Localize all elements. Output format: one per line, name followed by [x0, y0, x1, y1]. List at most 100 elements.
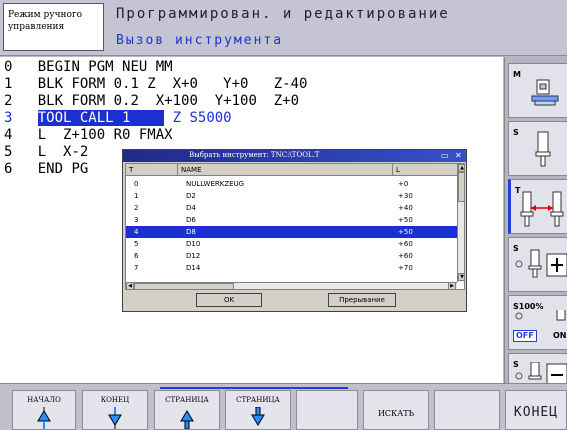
softkey-label: СТРАНИЦА	[236, 396, 280, 404]
cell-l: +30	[398, 192, 413, 200]
cancel-button[interactable]: Прерывание	[328, 293, 396, 307]
cell-l: +50	[398, 216, 413, 224]
table-row[interactable]: 5 D10 +60	[126, 238, 457, 250]
softkey-begin[interactable]: НАЧАЛО	[12, 390, 76, 430]
scroll-up-icon[interactable]: ▲	[458, 164, 464, 172]
cell-t: 6	[134, 252, 139, 260]
tool-length-icon	[520, 191, 564, 227]
cell-t: 5	[134, 240, 139, 248]
softkey-end[interactable]: КОНЕЦ	[82, 390, 148, 430]
cell-t: 4	[134, 228, 139, 236]
tool-select-dialog: Выбрать инструмент: TNC:\TOOL.T ▭ ✕ T NA…	[122, 149, 467, 312]
line-number: 0	[4, 59, 13, 75]
cell-name: D14	[186, 264, 201, 272]
cell-name: D8	[186, 228, 196, 236]
softkey-empty-7[interactable]	[434, 390, 500, 430]
line-number: 5	[4, 144, 13, 160]
softkey-exit[interactable]: КОНЕЦ	[505, 390, 567, 430]
arrow-up-icon	[180, 410, 194, 429]
spindle-plus-key[interactable]: S	[508, 237, 567, 292]
mode-line-2: управления	[8, 22, 65, 32]
line-text: L X-2	[37, 144, 89, 160]
cell-l: +60	[398, 252, 413, 260]
softkey-label: КОНЕЦ	[100, 396, 130, 404]
softkey-label: ИСКАТЬ	[377, 409, 415, 418]
dialog-title: Выбрать инструмент: TNC:\TOOL.T	[189, 151, 320, 159]
table-row[interactable]: 2 D4 +40	[126, 202, 457, 214]
cell-t: 0	[134, 180, 139, 188]
ok-button[interactable]: OK	[196, 293, 262, 307]
table-header: T NAME L	[126, 164, 457, 176]
key-label: S	[513, 128, 519, 137]
program-line[interactable]: 0 BEGIN PGM NEU MM	[4, 59, 173, 75]
cell-l: +70	[398, 264, 413, 272]
scroll-thumb-h[interactable]	[134, 283, 234, 289]
softkey-search[interactable]: ИСКАТЬ	[363, 390, 429, 430]
line-number: 6	[4, 161, 13, 177]
header: Режим ручного управления Программирован.…	[0, 0, 567, 56]
page-subtitle: Вызов инструмента	[116, 33, 284, 48]
operating-mode-box: Режим ручного управления	[3, 3, 104, 51]
horizontal-scrollbar[interactable]: ◀ ▶	[126, 282, 457, 289]
spindle-override-icon	[515, 310, 566, 321]
column-header-l[interactable]: L	[393, 164, 457, 176]
program-line[interactable]: 2 BLK FORM 0.2 X+100 Y+100 Z+0	[4, 93, 299, 109]
softkey-empty-5[interactable]	[296, 390, 358, 430]
cell-t: 7	[134, 264, 139, 272]
column-header-name[interactable]: NAME	[178, 164, 393, 176]
table-row[interactable]: 1 D2 +30	[126, 190, 457, 202]
cell-t: 1	[134, 192, 139, 200]
line-text: L Z+100 R0 FMAX	[37, 127, 173, 143]
column-header-t[interactable]: T	[126, 164, 178, 176]
arrow-down-icon	[108, 407, 122, 429]
cell-name: D12	[186, 252, 201, 260]
spindle-icon	[535, 131, 551, 167]
scroll-thumb[interactable]	[458, 172, 464, 202]
line-text-rest: Z S5000	[164, 110, 232, 126]
tool-table[interactable]: T NAME L 0 NULLWERKZEUG +0 1 D2 +30 2 D4 +40 3…	[125, 163, 465, 290]
line-text: BLK FORM 0.2 X+100 Y+100 Z+0	[37, 93, 300, 109]
cursor-block	[130, 110, 165, 126]
table-row[interactable]: 6 D12 +60	[126, 250, 457, 262]
cell-name: D6	[186, 216, 196, 224]
close-icon[interactable]: ✕	[455, 150, 462, 161]
tool-length-key[interactable]: T	[508, 179, 567, 234]
dialog-titlebar[interactable]: Выбрать инструмент: TNC:\TOOL.T ▭ ✕	[123, 150, 466, 162]
spindle-minus-key[interactable]: S	[508, 353, 567, 387]
table-row[interactable]: 0 NULLWERKZEUG +0	[126, 178, 457, 190]
line-number: 2	[4, 93, 13, 109]
program-line[interactable]: 1 BLK FORM 0.1 Z X+0 Y+0 Z-40	[4, 76, 307, 92]
cell-l: +60	[398, 240, 413, 248]
scroll-down-icon[interactable]: ▼	[458, 273, 464, 281]
on-state-label[interactable]: ON	[553, 331, 567, 341]
page-title: Программирован. и редактирование	[116, 6, 450, 22]
line-text-highlighted: TOOL CALL 1	[37, 110, 131, 126]
cell-l: +0	[398, 180, 409, 188]
table-row-selected[interactable]: 4 D8 +50	[126, 226, 457, 238]
line-text: BEGIN PGM NEU MM	[37, 59, 173, 75]
line-text: END PG	[37, 161, 89, 177]
program-line[interactable]: 5 L X-2	[4, 144, 88, 160]
arrow-up-icon	[37, 407, 51, 429]
maximize-icon[interactable]: ▭	[441, 150, 449, 161]
table-row[interactable]: 7 D14 +70	[126, 262, 457, 274]
softkey-page-down[interactable]: СТРАНИЦА	[225, 390, 291, 430]
softkey-level-indicator	[160, 387, 348, 389]
scroll-left-icon[interactable]: ◀	[126, 282, 134, 289]
vertical-scrollbar[interactable]: ▲ ▼	[457, 164, 464, 282]
softkey-page-up[interactable]: СТРАНИЦА	[154, 390, 220, 430]
softkey-label: СТРАНИЦА	[165, 396, 209, 404]
program-line-selected[interactable]: 3 TOOL CALL 1 Z S5000	[4, 110, 232, 126]
program-line[interactable]: 6 END PG	[4, 161, 88, 177]
spindle-override-key[interactable]: S100% OFF ON	[508, 295, 567, 350]
program-line[interactable]: 4 L Z+100 R0 FMAX	[4, 127, 173, 143]
key-label: M	[513, 70, 521, 79]
table-row[interactable]: 3 D6 +50	[126, 214, 457, 226]
machine-function-key[interactable]: M	[508, 63, 567, 118]
spindle-plus-icon	[515, 249, 567, 278]
spindle-key[interactable]: S	[508, 121, 567, 176]
vertical-softkey-bar: M S T S S100% OFF ON S	[504, 57, 567, 387]
scroll-right-icon[interactable]: ▶	[448, 282, 456, 289]
cell-name: D10	[186, 240, 201, 248]
off-state-label[interactable]: OFF	[513, 330, 537, 342]
